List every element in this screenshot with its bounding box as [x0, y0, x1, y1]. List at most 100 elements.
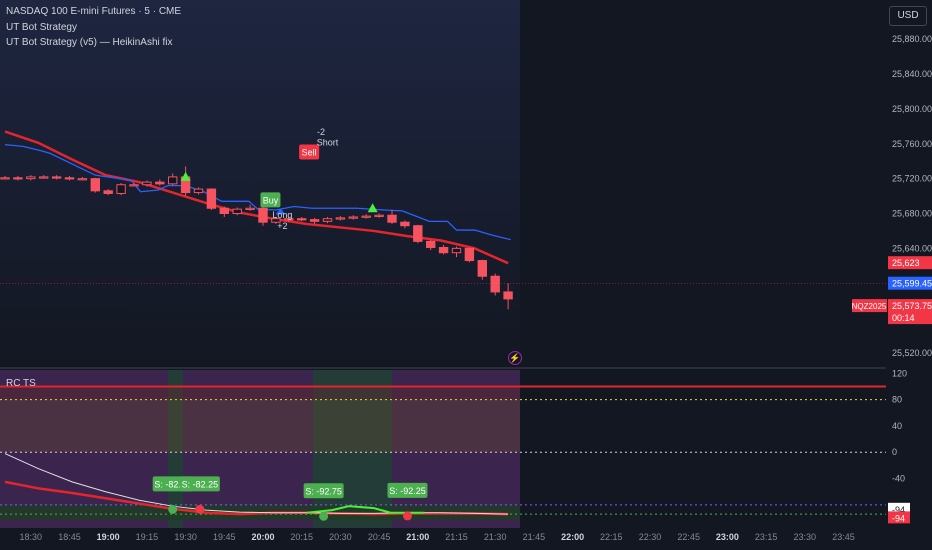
price-tag-label: 25,599.45 [892, 279, 932, 289]
lightning-icon[interactable]: ⚡ [508, 351, 522, 365]
osc-y-tick-label: 80 [892, 395, 902, 405]
osc-y-tick-label: 40 [892, 421, 902, 431]
candle-body [116, 184, 126, 194]
buy-signal-label: Buy [263, 195, 279, 205]
x-tick-label: 23:00 [716, 532, 739, 542]
x-tick-label: 21:15 [445, 532, 468, 542]
candle-body [26, 176, 36, 180]
symbol-legend[interactable]: NASDAQ 100 E-mini Futures · 5 · CME [6, 6, 181, 17]
candle-body [206, 188, 217, 209]
osc-marker-dot [319, 511, 329, 521]
candle-body [400, 221, 410, 227]
candle-body [297, 218, 307, 221]
price-tag-label: 25,623 [892, 258, 920, 268]
x-tick-label: 21:45 [523, 532, 546, 542]
x-tick-label: 23:15 [755, 532, 778, 542]
y-tick-label: 25,680.00 [892, 209, 932, 219]
signal-text: +2 [277, 221, 287, 231]
candle-body [39, 176, 49, 179]
y-tick-label: 25,800.00 [892, 104, 932, 114]
x-tick-label: 22:00 [561, 532, 584, 542]
osc-marker-label: S: -92.25 [389, 486, 426, 496]
candle-body [0, 177, 10, 180]
y-tick-label: 25,760.00 [892, 139, 932, 149]
x-tick-label: 20:15 [290, 532, 313, 542]
x-tick-label: 23:45 [832, 532, 855, 542]
candle-body [490, 275, 500, 293]
price-tag-label: 25,573.75 [892, 301, 932, 311]
signal-text: Short [317, 138, 339, 148]
candle-body [503, 291, 513, 300]
x-tick-label: 22:15 [600, 532, 623, 542]
signal-text: -2 [317, 127, 325, 137]
x-tick-label: 18:45 [58, 532, 81, 542]
y-tick-label: 25,520.00 [892, 348, 932, 358]
y-tick-label: 25,880.00 [892, 34, 932, 44]
candle-body [348, 216, 359, 219]
symbol-tag-label: NQZ2025 [852, 302, 887, 311]
signal-text: Long [272, 210, 292, 220]
price-tag-label: 00:14 [892, 313, 915, 323]
y-tick-label: 25,840.00 [892, 69, 932, 79]
candle-body [438, 246, 449, 254]
candle-body [219, 207, 230, 214]
candle-body [129, 184, 139, 187]
candle-body [335, 217, 346, 220]
x-tick-label: 19:30 [174, 532, 197, 542]
x-tick-label: 22:30 [639, 532, 662, 542]
candle-body [168, 176, 178, 185]
osc-marker-dot [402, 511, 412, 521]
osc-value-tag-label: -94 [892, 513, 905, 523]
candle-body [103, 190, 113, 194]
osc-marker-label: S: -92.75 [305, 486, 342, 496]
indicator-legend[interactable]: RC TS [6, 378, 36, 389]
osc-marker-dot [168, 504, 178, 514]
candle-body [426, 240, 436, 248]
x-tick-label: 21:30 [484, 532, 507, 542]
x-tick-label: 20:00 [251, 532, 274, 542]
study-legend-1[interactable]: UT Bot Strategy [6, 22, 77, 33]
candle-body [451, 247, 462, 254]
candle-body [413, 225, 423, 242]
osc-marker-dot [195, 504, 205, 514]
osc-y-tick-label: 120 [892, 368, 907, 378]
y-tick-label: 25,720.00 [892, 174, 932, 184]
candle-body [51, 176, 62, 179]
candle-body [245, 207, 255, 210]
candle-body [90, 178, 100, 192]
candle-body [374, 214, 384, 217]
osc-overbought-zone [0, 386, 520, 400]
candle-body [155, 181, 165, 185]
candle-body [477, 260, 488, 277]
x-tick-label: 19:15 [136, 532, 159, 542]
y-tick-label: 25,640.00 [892, 243, 932, 253]
osc-marker-label: S: -82.25 [182, 479, 219, 489]
candle-body [64, 177, 75, 180]
x-tick-label: 20:30 [329, 532, 352, 542]
candle-body [193, 188, 204, 194]
x-tick-label: 20:45 [368, 532, 391, 542]
osc-y-tick-label: -40 [892, 474, 905, 484]
candle-body [258, 207, 268, 223]
candle-body [142, 181, 152, 186]
candle-body [232, 208, 242, 214]
currency-button[interactable]: USD [889, 6, 927, 26]
osc-y-tick-label: 0 [892, 447, 897, 457]
candle-body [361, 215, 371, 218]
osc-upper-zone [0, 399, 520, 453]
candle-body [309, 219, 320, 222]
chart-canvas[interactable]: BuyLong+2Sell-2Short S: -82.25S: -82.25S… [0, 0, 932, 550]
candle-body [464, 247, 475, 262]
x-tick-label: 18:30 [20, 532, 43, 542]
candle-body [13, 177, 23, 180]
x-tick-label: 23:30 [794, 532, 817, 542]
candle-body [322, 218, 333, 222]
candle-body [387, 214, 397, 223]
x-tick-label: 19:00 [97, 532, 120, 542]
x-tick-label: 21:00 [406, 532, 429, 542]
candle-body [77, 178, 88, 181]
x-tick-label: 19:45 [213, 532, 236, 542]
x-tick-label: 22:45 [677, 532, 700, 542]
sell-signal-label: Sell [302, 148, 317, 158]
study-legend-2[interactable]: UT Bot Strategy (v5) — HeikinAshi fix [6, 37, 173, 48]
